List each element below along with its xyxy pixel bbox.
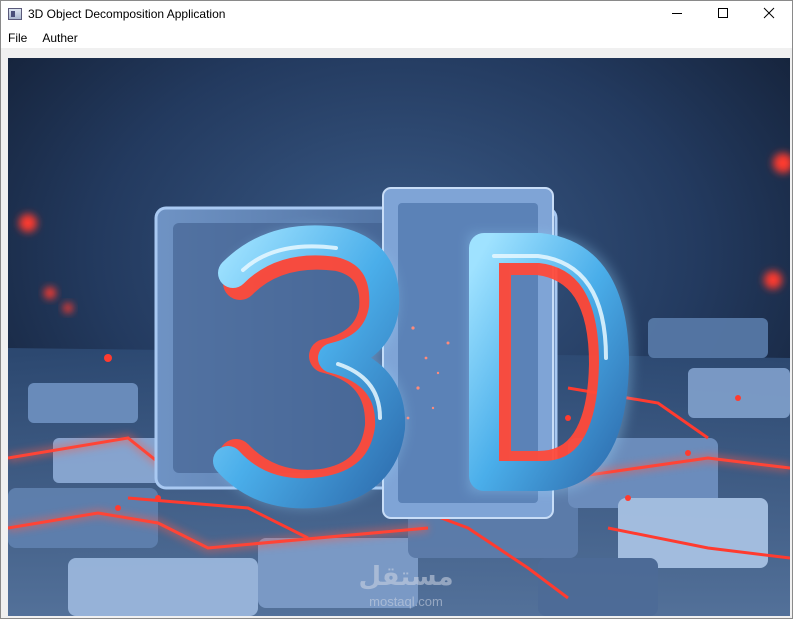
watermark-url: mostaql.com <box>369 594 443 609</box>
content-area: مستقل mostaql.com <box>1 48 792 618</box>
maximize-button[interactable] <box>700 1 746 25</box>
app-window: 3D Object Decomposition Application File… <box>0 0 793 619</box>
window-controls <box>654 1 792 27</box>
app-icon <box>8 8 22 20</box>
close-button[interactable] <box>746 1 792 25</box>
window-title: 3D Object Decomposition Application <box>28 7 226 21</box>
menu-file[interactable]: File <box>1 28 35 48</box>
title-bar[interactable]: 3D Object Decomposition Application <box>1 1 792 27</box>
minimize-button[interactable] <box>654 1 700 25</box>
watermark: مستقل mostaql.com <box>358 562 453 609</box>
watermark-arabic: مستقل <box>358 562 453 592</box>
close-icon <box>763 7 775 19</box>
menu-bar: File Auther <box>1 28 792 48</box>
minimize-icon <box>672 13 682 14</box>
displayed-image: مستقل mostaql.com <box>8 58 790 616</box>
menu-auther[interactable]: Auther <box>35 28 85 48</box>
maximize-icon <box>718 8 728 18</box>
